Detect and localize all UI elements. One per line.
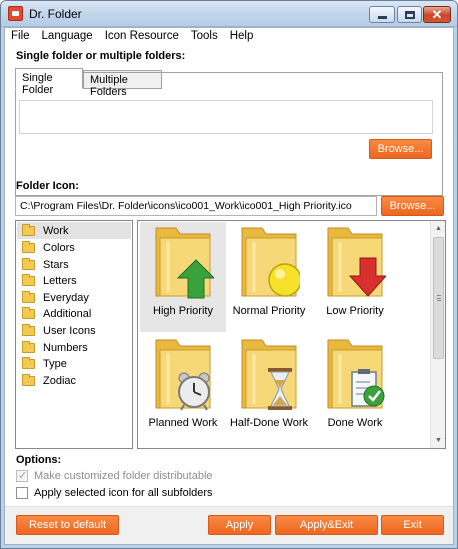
category-label: Stars (43, 258, 69, 271)
icon-label: Normal Priority (232, 305, 306, 317)
folder-icon (22, 356, 35, 369)
folder-icon (22, 340, 35, 353)
icon-path-field[interactable]: C:\Program Files\Dr. Folder\icons\ico001… (15, 196, 377, 216)
menu-bar: File Language Icon Resource Tools Help (5, 28, 453, 46)
icon-label: Half-Done Work (229, 417, 309, 429)
window-title: Dr. Folder (29, 7, 82, 21)
folder-icon (22, 373, 35, 386)
icon-cell-half-done-work[interactable]: Half-Done Work (226, 334, 312, 444)
subfolders-option: Apply selected icon for all subfolders (16, 487, 213, 499)
client-area: File Language Icon Resource Tools Help S… (4, 27, 454, 545)
close-icon: ✕ (431, 7, 443, 22)
list-item[interactable]: Zodiac (17, 372, 131, 389)
list-item[interactable]: Letters (17, 272, 131, 289)
icon-cell-high-priority[interactable]: High Priority (140, 222, 226, 332)
category-label: Type (43, 357, 67, 370)
apply-exit-button[interactable]: Apply&Exit (275, 515, 378, 535)
icon-cell-planned-work[interactable]: Planned Work (140, 334, 226, 444)
list-item[interactable]: Additional (17, 305, 131, 322)
list-item[interactable]: Colors (17, 239, 131, 256)
folder-icon (22, 306, 35, 319)
folders-section-label: Single folder or multiple folders: (16, 50, 186, 62)
category-label: User Icons (43, 324, 96, 337)
distributable-label: Make customized folder distributable (34, 470, 213, 482)
folder-icon (22, 273, 35, 286)
reset-button[interactable]: Reset to default (16, 515, 119, 535)
scroll-thumb[interactable] (433, 237, 444, 359)
icon-cell-done-work[interactable]: Done Work (312, 334, 398, 444)
browse-icon-button[interactable]: Browse... (381, 196, 444, 216)
folders-tab-panel (15, 72, 443, 196)
folder-down-arrow-icon (327, 227, 386, 297)
icon-label: Done Work (327, 417, 383, 429)
category-label: Work (43, 224, 69, 237)
folder-alarm-clock-icon (155, 339, 211, 411)
apply-button[interactable]: Apply (208, 515, 271, 535)
title-bar[interactable]: Dr. Folder ✕ (1, 1, 457, 27)
folder-icon-label: Folder Icon: (16, 180, 79, 192)
maximize-icon (404, 10, 415, 19)
icon-label: Low Priority (326, 305, 384, 317)
menu-icon-resource[interactable]: Icon Resource (99, 28, 185, 46)
list-item[interactable]: Everyday (17, 289, 131, 306)
folder-hourglass-icon (241, 339, 297, 410)
icon-grid-scrollbar[interactable]: ▲ ▼ (430, 221, 445, 448)
distributable-checkbox[interactable] (16, 469, 28, 482)
icon-cell-normal-priority[interactable]: Normal Priority (226, 222, 312, 332)
folder-icon (22, 223, 35, 236)
menu-tools[interactable]: Tools (185, 28, 224, 46)
menu-language[interactable]: Language (36, 28, 99, 46)
menu-file[interactable]: File (5, 28, 36, 46)
subfolders-checkbox[interactable] (16, 487, 28, 499)
minimize-icon (377, 16, 387, 19)
distributable-option: Make customized folder distributable (16, 469, 213, 482)
folder-icon (22, 240, 35, 253)
folder-circle-icon (241, 227, 300, 297)
folder-icon (22, 290, 35, 303)
category-label: Letters (43, 274, 77, 287)
options-label: Options: (16, 454, 62, 466)
browse-folder-button[interactable]: Browse... (369, 139, 432, 159)
icon-label: Planned Work (148, 417, 218, 429)
icon-label: High Priority (153, 305, 213, 317)
list-item[interactable]: Work (17, 222, 131, 239)
footer-bar: Reset to default Apply Apply&Exit Exit (5, 506, 453, 544)
close-button[interactable]: ✕ (423, 6, 451, 23)
category-label: Everyday (43, 291, 89, 304)
category-label: Numbers (43, 341, 88, 354)
exit-button[interactable]: Exit (381, 515, 444, 535)
folder-drop-area[interactable] (19, 100, 433, 134)
minimize-button[interactable] (369, 6, 395, 23)
category-label: Additional (43, 307, 92, 320)
maximize-button[interactable] (397, 6, 422, 23)
category-list: Work Colors Stars Letters Everyday Addit… (15, 220, 133, 449)
folder-icon (22, 257, 35, 270)
folder-checklist-icon (327, 339, 385, 409)
list-item[interactable]: Numbers (17, 339, 131, 356)
list-item[interactable]: User Icons (17, 322, 131, 339)
folder-up-arrow-icon (155, 227, 214, 299)
category-label: Colors (43, 241, 75, 254)
list-item[interactable]: Type (17, 355, 131, 372)
subfolders-label: Apply selected icon for all subfolders (34, 487, 213, 499)
scroll-up-icon[interactable]: ▲ (431, 221, 445, 236)
category-label: Zodiac (43, 374, 77, 387)
tab-single-folder[interactable]: Single Folder (15, 68, 83, 96)
scroll-down-icon[interactable]: ▼ (431, 433, 445, 448)
list-item[interactable]: Stars (17, 256, 131, 273)
grip-icon (437, 295, 441, 301)
app-logo-icon (8, 6, 23, 21)
icon-cell-low-priority[interactable]: Low Priority (312, 222, 398, 332)
folder-icon (22, 323, 35, 336)
main-window: Dr. Folder ✕ File Language Icon Resource… (0, 0, 458, 549)
icon-grid: High Priority Normal Priority Low Priori… (137, 220, 446, 449)
menu-help[interactable]: Help (224, 28, 260, 46)
